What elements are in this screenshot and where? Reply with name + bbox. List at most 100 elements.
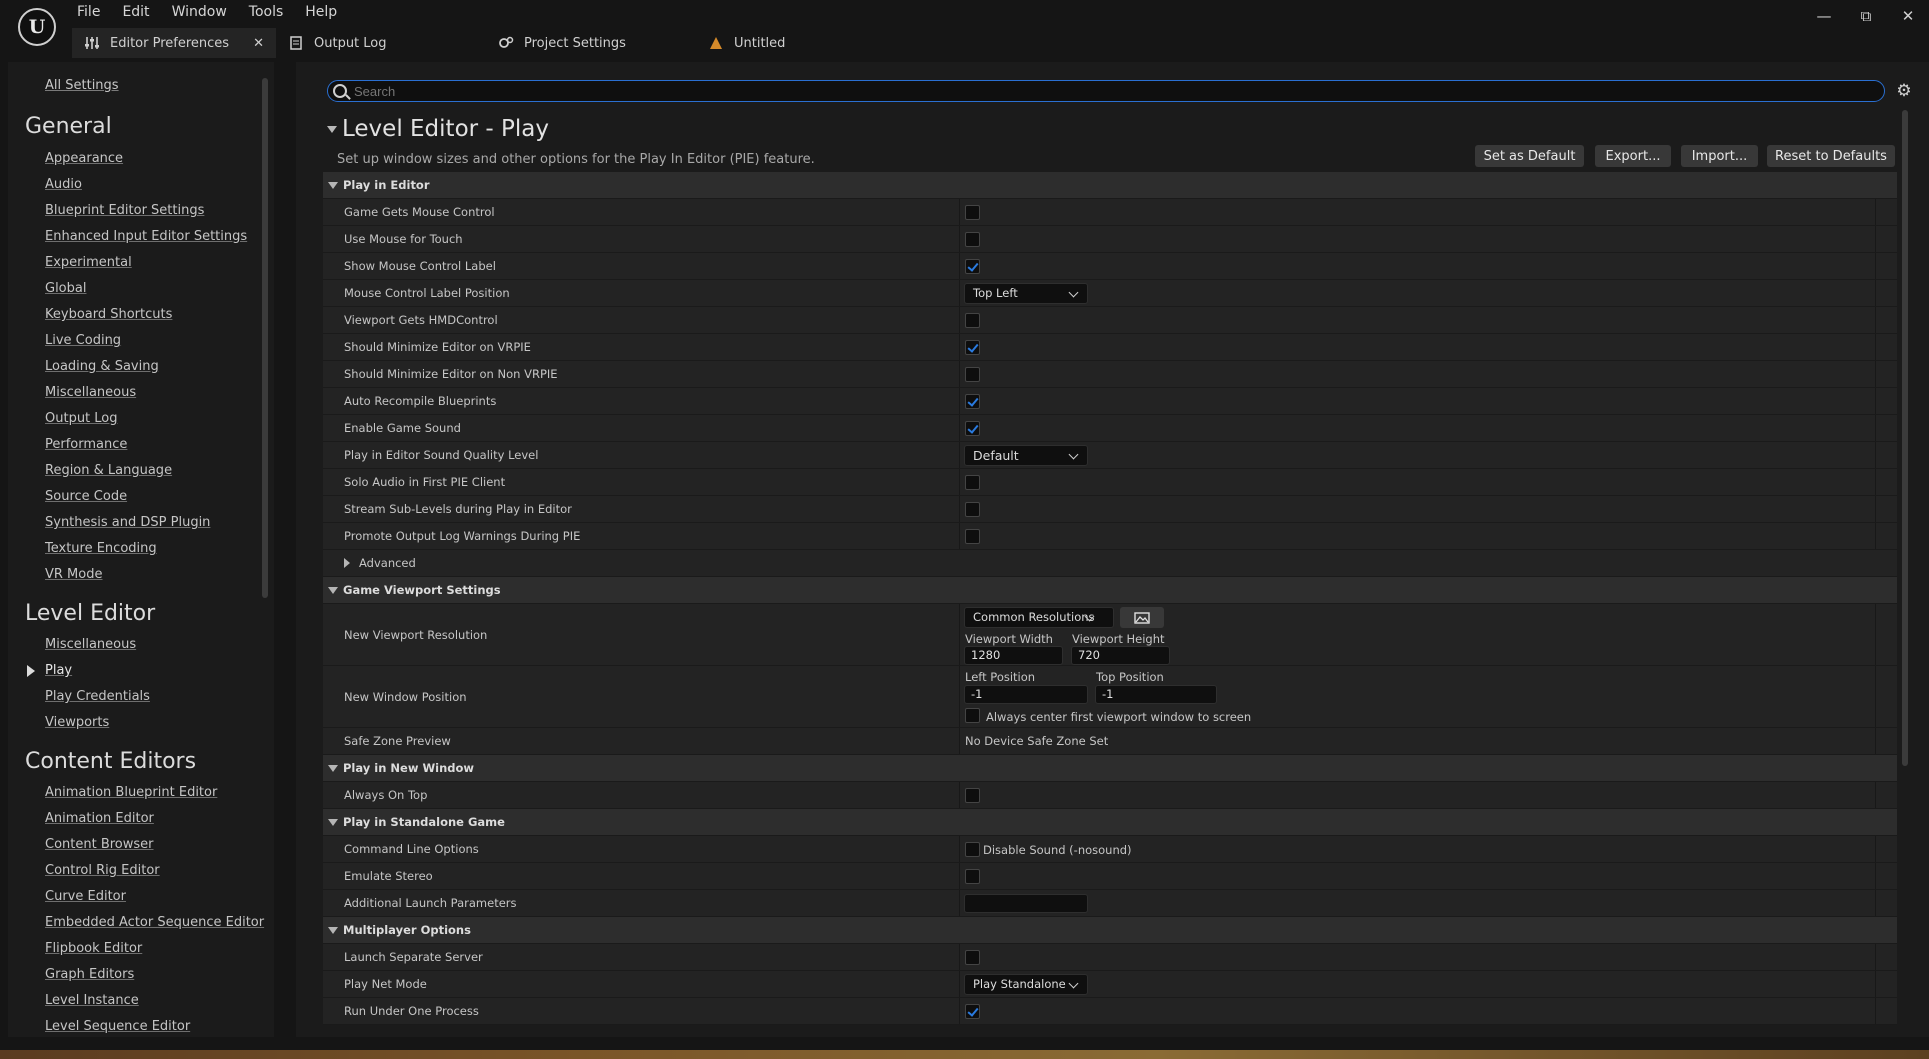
gear-icon[interactable]: ⚙ [1895,82,1913,100]
sidebar-item-keyboard-shortcuts[interactable]: Keyboard Shortcuts [45,307,172,322]
collapse-arrow-icon[interactable] [327,126,337,133]
launch-separate-server-checkbox[interactable] [965,950,980,965]
sidebar-item-graph-editors[interactable]: Graph Editors [45,967,134,982]
minimize-editor-non-vrpie-checkbox[interactable] [965,367,980,382]
always-on-top-checkbox[interactable] [965,788,980,803]
category-play-in-editor[interactable]: Play in Editor [323,172,1897,199]
sidebar-item-global[interactable]: Global [45,281,86,296]
sidebar-item-vr-mode[interactable]: VR Mode [45,567,102,582]
left-position-label: Left Position [965,670,1036,684]
game-gets-mouse-control-checkbox[interactable] [965,205,980,220]
search-input[interactable] [327,80,1885,102]
reset-to-defaults-button[interactable]: Reset to Defaults [1767,145,1895,167]
sidebar-item-le-miscellaneous[interactable]: Miscellaneous [45,637,136,652]
sidebar-item-play-credentials[interactable]: Play Credentials [45,689,150,704]
close-window-icon[interactable]: ✕ [1887,0,1929,32]
section-general: General [25,114,112,139]
sidebar-item-appearance[interactable]: Appearance [45,151,123,166]
dropdown-value: Default [973,448,1019,463]
sidebar-item-output-log[interactable]: Output Log [45,411,118,426]
stream-sub-levels-checkbox[interactable] [965,502,980,517]
solo-audio-checkbox[interactable] [965,475,980,490]
viewport-width-input[interactable]: 1280 [964,646,1063,665]
chevron-down-icon [1068,978,1079,989]
property-row: Stream Sub-Levels during Play in Editor [323,496,1897,523]
sidebar-item-flipbook-editor[interactable]: Flipbook Editor [45,941,142,956]
enable-game-sound-checkbox[interactable] [965,421,980,436]
advanced-row[interactable]: Advanced [323,550,1897,577]
common-resolutions-dropdown[interactable]: Common Resolutions [964,607,1114,628]
menu-edit[interactable]: Edit [111,0,160,24]
tab-editor-preferences[interactable]: Editor Preferences ✕ [72,28,276,58]
sidebar-item-source-code[interactable]: Source Code [45,489,127,504]
sidebar-item-control-rig-editor[interactable]: Control Rig Editor [45,863,160,878]
viewport-gets-hmdcontrol-checkbox[interactable] [965,313,980,328]
sidebar-item-animation-editor[interactable]: Animation Editor [45,811,154,826]
always-center-window-checkbox[interactable] [965,708,980,723]
close-tab-icon[interactable]: ✕ [253,36,264,51]
mouse-control-label-position-dropdown[interactable]: Top Left [964,283,1088,304]
safe-zone-value: No Device Safe Zone Set [965,734,1109,748]
page-title: Level Editor - Play [342,116,549,142]
column-divider [1875,666,1876,727]
category-play-in-standalone-game[interactable]: Play in Standalone Game [323,809,1897,836]
sidebar-item-level-sequence-editor[interactable]: Level Sequence Editor [45,1019,190,1034]
sidebar-item-miscellaneous[interactable]: Miscellaneous [45,385,136,400]
import-button[interactable]: Import... [1681,145,1758,167]
unreal-logo-icon[interactable]: U [18,8,56,46]
category-play-in-new-window[interactable]: Play in New Window [323,755,1897,782]
emulate-stereo-checkbox[interactable] [965,869,980,884]
sidebar-item-experimental[interactable]: Experimental [45,255,132,270]
minimize-editor-vrpie-checkbox[interactable] [965,340,980,355]
sidebar-item-texture-encoding[interactable]: Texture Encoding [45,541,157,556]
sidebar-item-viewports[interactable]: Viewports [45,715,109,730]
tab-untitled[interactable]: Untitled [696,28,906,58]
minimize-icon[interactable]: — [1803,0,1845,32]
show-mouse-control-label-checkbox[interactable] [965,259,980,274]
tab-output-log[interactable]: Output Log [276,28,486,58]
sidebar-scrollbar[interactable] [262,78,268,598]
tab-project-settings[interactable]: Project Settings [486,28,696,58]
sidebar-item-audio[interactable]: Audio [45,177,82,192]
menu-file[interactable]: File [66,0,111,24]
restore-icon[interactable]: ⧉ [1845,0,1887,32]
sidebar-item-play[interactable]: Play [45,663,72,678]
tab-label: Editor Preferences [110,35,230,51]
sidebar-item-live-coding[interactable]: Live Coding [45,333,121,348]
sidebar-item-animation-blueprint-editor[interactable]: Animation Blueprint Editor [45,785,217,800]
export-button[interactable]: Export... [1595,145,1671,167]
sidebar-item-blueprint-editor-settings[interactable]: Blueprint Editor Settings [45,203,204,218]
launch-parameters-input[interactable] [964,894,1088,913]
run-under-one-process-checkbox[interactable] [965,1004,980,1019]
sidebar-item-curve-editor[interactable]: Curve Editor [45,889,126,904]
sidebar-item-embedded-actor-sequence-editor[interactable]: Embedded Actor Sequence Editor [45,915,264,930]
auto-recompile-blueprints-checkbox[interactable] [965,394,980,409]
left-position-input[interactable]: -1 [964,685,1088,704]
property-label: Play Net Mode [344,977,427,991]
menu-help[interactable]: Help [294,0,348,24]
all-settings-link[interactable]: All Settings [45,78,119,93]
sidebar-item-region-language[interactable]: Region & Language [45,463,172,478]
details-scrollbar[interactable] [1902,110,1908,766]
sidebar-item-enhanced-input[interactable]: Enhanced Input Editor Settings [45,229,247,244]
category-game-viewport-settings[interactable]: Game Viewport Settings [323,577,1897,604]
menu-tools[interactable]: Tools [238,0,295,24]
category-multiplayer-options[interactable]: Multiplayer Options [323,917,1897,944]
viewport-height-input[interactable]: 720 [1071,646,1170,665]
sidebar-item-performance[interactable]: Performance [45,437,127,452]
promote-output-log-warnings-checkbox[interactable] [965,529,980,544]
property-label: Show Mouse Control Label [344,259,496,273]
sidebar-item-level-instance[interactable]: Level Instance [45,993,139,1008]
set-as-default-button[interactable]: Set as Default [1475,145,1584,167]
top-position-input[interactable]: -1 [1095,685,1217,704]
disable-sound-checkbox[interactable] [965,842,980,857]
sound-quality-level-dropdown[interactable]: Default [964,445,1088,466]
column-divider [959,890,960,916]
sidebar-item-loading-saving[interactable]: Loading & Saving [45,359,159,374]
menu-window[interactable]: Window [161,0,238,24]
play-net-mode-dropdown[interactable]: Play Standalone [964,974,1088,995]
image-preview-button[interactable] [1120,607,1164,628]
use-mouse-for-touch-checkbox[interactable] [965,232,980,247]
sidebar-item-content-browser[interactable]: Content Browser [45,837,154,852]
sidebar-item-synthesis-dsp[interactable]: Synthesis and DSP Plugin [45,515,210,530]
